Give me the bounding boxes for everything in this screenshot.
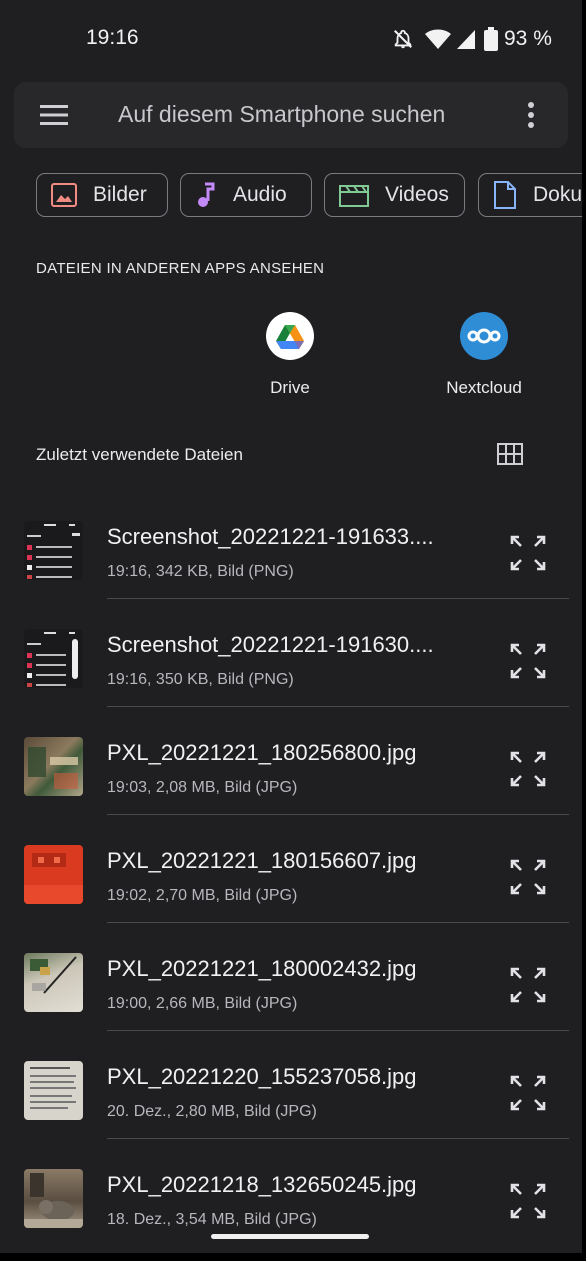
app-drive[interactable]: Drive <box>220 312 360 402</box>
status-time: 19:16 <box>86 26 139 49</box>
file-row[interactable]: Screenshot_20221221-191633.... 19:16, 34… <box>0 491 582 599</box>
document-icon <box>494 181 516 209</box>
grid-view-icon[interactable] <box>497 443 523 465</box>
file-row[interactable]: PXL_20221221_180002432.jpg 19:00, 2,66 M… <box>0 923 582 1031</box>
image-icon <box>51 183 77 207</box>
cell-signal-icon <box>457 30 475 49</box>
file-meta: 20. Dez., 2,80 MB, Bild (JPG) <box>107 1103 317 1120</box>
chip-documents[interactable]: Doku <box>478 173 582 217</box>
chip-label-audio: Audio <box>233 183 287 206</box>
expand-icon[interactable] <box>509 534 547 572</box>
file-thumbnail <box>24 629 83 688</box>
search-placeholder[interactable]: Auf diesem Smartphone suchen <box>118 101 445 128</box>
file-meta: 19:02, 2,70 MB, Bild (JPG) <box>107 887 298 904</box>
more-vert-icon[interactable] <box>521 101 541 129</box>
file-name: PXL_20221218_132650245.jpg <box>107 1172 417 1197</box>
status-icons: 93 % <box>392 26 552 52</box>
file-row[interactable]: PXL_20221221_180156607.jpg 19:02, 2,70 M… <box>0 815 582 923</box>
file-row[interactable]: PXL_20221220_155237058.jpg 20. Dez., 2,8… <box>0 1031 582 1139</box>
expand-icon[interactable] <box>509 1182 547 1220</box>
chip-images[interactable]: Bilder <box>36 173 168 217</box>
file-name: PXL_20221221_180256800.jpg <box>107 740 417 765</box>
file-thumbnail <box>24 1169 83 1228</box>
chip-label-images: Bilder <box>93 183 147 206</box>
files-app-screen: 19:16 93 % Auf diesem Smartphone suchen … <box>0 0 582 1253</box>
file-meta: 19:16, 342 KB, Bild (PNG) <box>107 563 294 580</box>
other-apps-heading: DATEIEN IN ANDEREN APPS ANSEHEN <box>36 260 325 277</box>
file-name: PXL_20221220_155237058.jpg <box>107 1064 417 1089</box>
file-thumbnail <box>24 953 83 1012</box>
wifi-icon <box>425 29 451 49</box>
file-thumbnail <box>24 521 83 580</box>
expand-icon[interactable] <box>509 750 547 788</box>
battery-icon <box>484 27 498 51</box>
movie-icon <box>339 185 369 207</box>
menu-icon[interactable] <box>40 104 68 126</box>
file-thumbnail <box>24 845 83 904</box>
file-meta: 19:03, 2,08 MB, Bild (JPG) <box>107 779 298 796</box>
expand-icon[interactable] <box>509 1074 547 1112</box>
music-note-icon <box>198 182 215 207</box>
file-row[interactable]: PXL_20221221_180256800.jpg 19:03, 2,08 M… <box>0 707 582 815</box>
file-thumbnail <box>24 737 83 796</box>
search-bar[interactable]: Auf diesem Smartphone suchen <box>14 82 568 148</box>
home-indicator[interactable] <box>211 1234 369 1239</box>
app-label-nextcloud: Nextcloud <box>446 378 522 397</box>
app-label-drive: Drive <box>270 378 310 397</box>
file-row[interactable]: PXL_20221218_132650245.jpg 18. Dez., 3,5… <box>0 1139 582 1247</box>
app-nextcloud[interactable]: Nextcloud <box>414 312 554 402</box>
file-name: Screenshot_20221221-191633.... <box>107 524 434 549</box>
chip-audio[interactable]: Audio <box>180 173 312 217</box>
chip-videos[interactable]: Videos <box>324 173 465 217</box>
recent-files-heading: Zuletzt verwendete Dateien <box>36 445 243 464</box>
battery-percentage: 93 % <box>504 27 552 50</box>
chip-label-documents: Doku <box>533 183 582 206</box>
expand-icon[interactable] <box>509 642 547 680</box>
expand-icon[interactable] <box>509 966 547 1004</box>
file-name: PXL_20221221_180002432.jpg <box>107 956 417 981</box>
file-name: PXL_20221221_180156607.jpg <box>107 848 417 873</box>
notifications-off-icon <box>394 29 412 49</box>
file-meta: 19:00, 2,66 MB, Bild (JPG) <box>107 995 298 1012</box>
file-name: Screenshot_20221221-191630.... <box>107 632 434 657</box>
file-meta: 18. Dez., 3,54 MB, Bild (JPG) <box>107 1211 317 1228</box>
google-drive-icon <box>266 312 314 360</box>
category-chips: Bilder Audio Videos Doku <box>0 173 582 221</box>
file-meta: 19:16, 350 KB, Bild (PNG) <box>107 671 294 688</box>
status-bar: 19:16 93 % <box>0 0 582 78</box>
nextcloud-icon <box>460 312 508 360</box>
expand-icon[interactable] <box>509 858 547 896</box>
file-thumbnail <box>24 1061 83 1120</box>
file-row[interactable]: Screenshot_20221221-191630.... 19:16, 35… <box>0 599 582 707</box>
chip-label-videos: Videos <box>385 183 449 206</box>
